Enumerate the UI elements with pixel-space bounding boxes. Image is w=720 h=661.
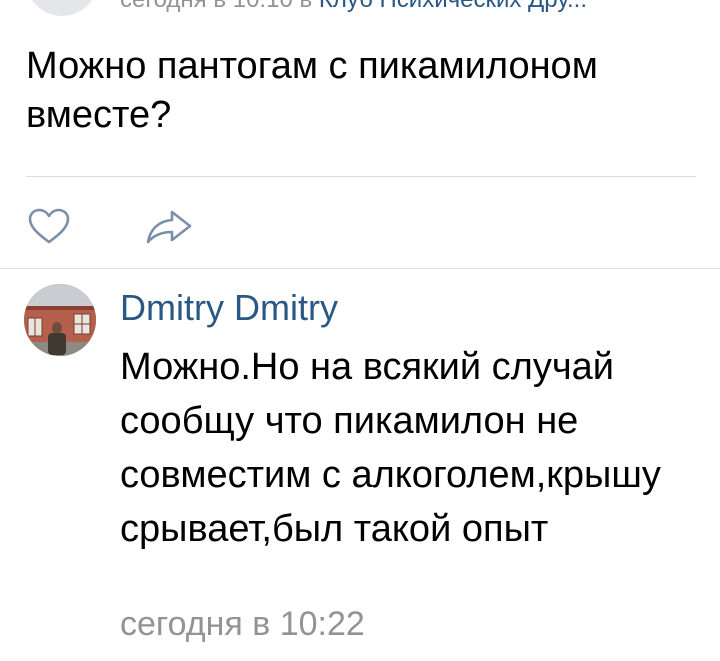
post-meta: сегодня в 10:10 в Клуб Психических Дру..… [120, 0, 587, 14]
heart-outline-icon [28, 208, 70, 244]
divider [26, 176, 696, 177]
comment-author-avatar[interactable] [24, 284, 96, 356]
post-group-link[interactable]: Клуб Психических Дру... [319, 0, 587, 13]
post-text: Можно пантогам с пикамилоном вместе? [26, 45, 598, 136]
avatar-photo [24, 284, 96, 356]
post-author-avatar[interactable] [26, 0, 98, 16]
share-button[interactable] [144, 206, 194, 246]
comment-author-name[interactable]: Dmitry Dmitry [120, 286, 338, 330]
like-button[interactable] [26, 206, 72, 246]
post-header: сегодня в 10:10 в Клуб Психических Дру..… [0, 0, 720, 20]
comment-timestamp: сегодня в 10:22 [120, 605, 365, 643]
section-divider [0, 268, 720, 269]
comment-text: Можно.Но на всякий случай сообщу что пик… [120, 346, 661, 550]
post-meta-time: сегодня в 10:10 в [120, 0, 319, 13]
share-arrow-icon [146, 210, 192, 244]
post-actions [0, 200, 720, 250]
